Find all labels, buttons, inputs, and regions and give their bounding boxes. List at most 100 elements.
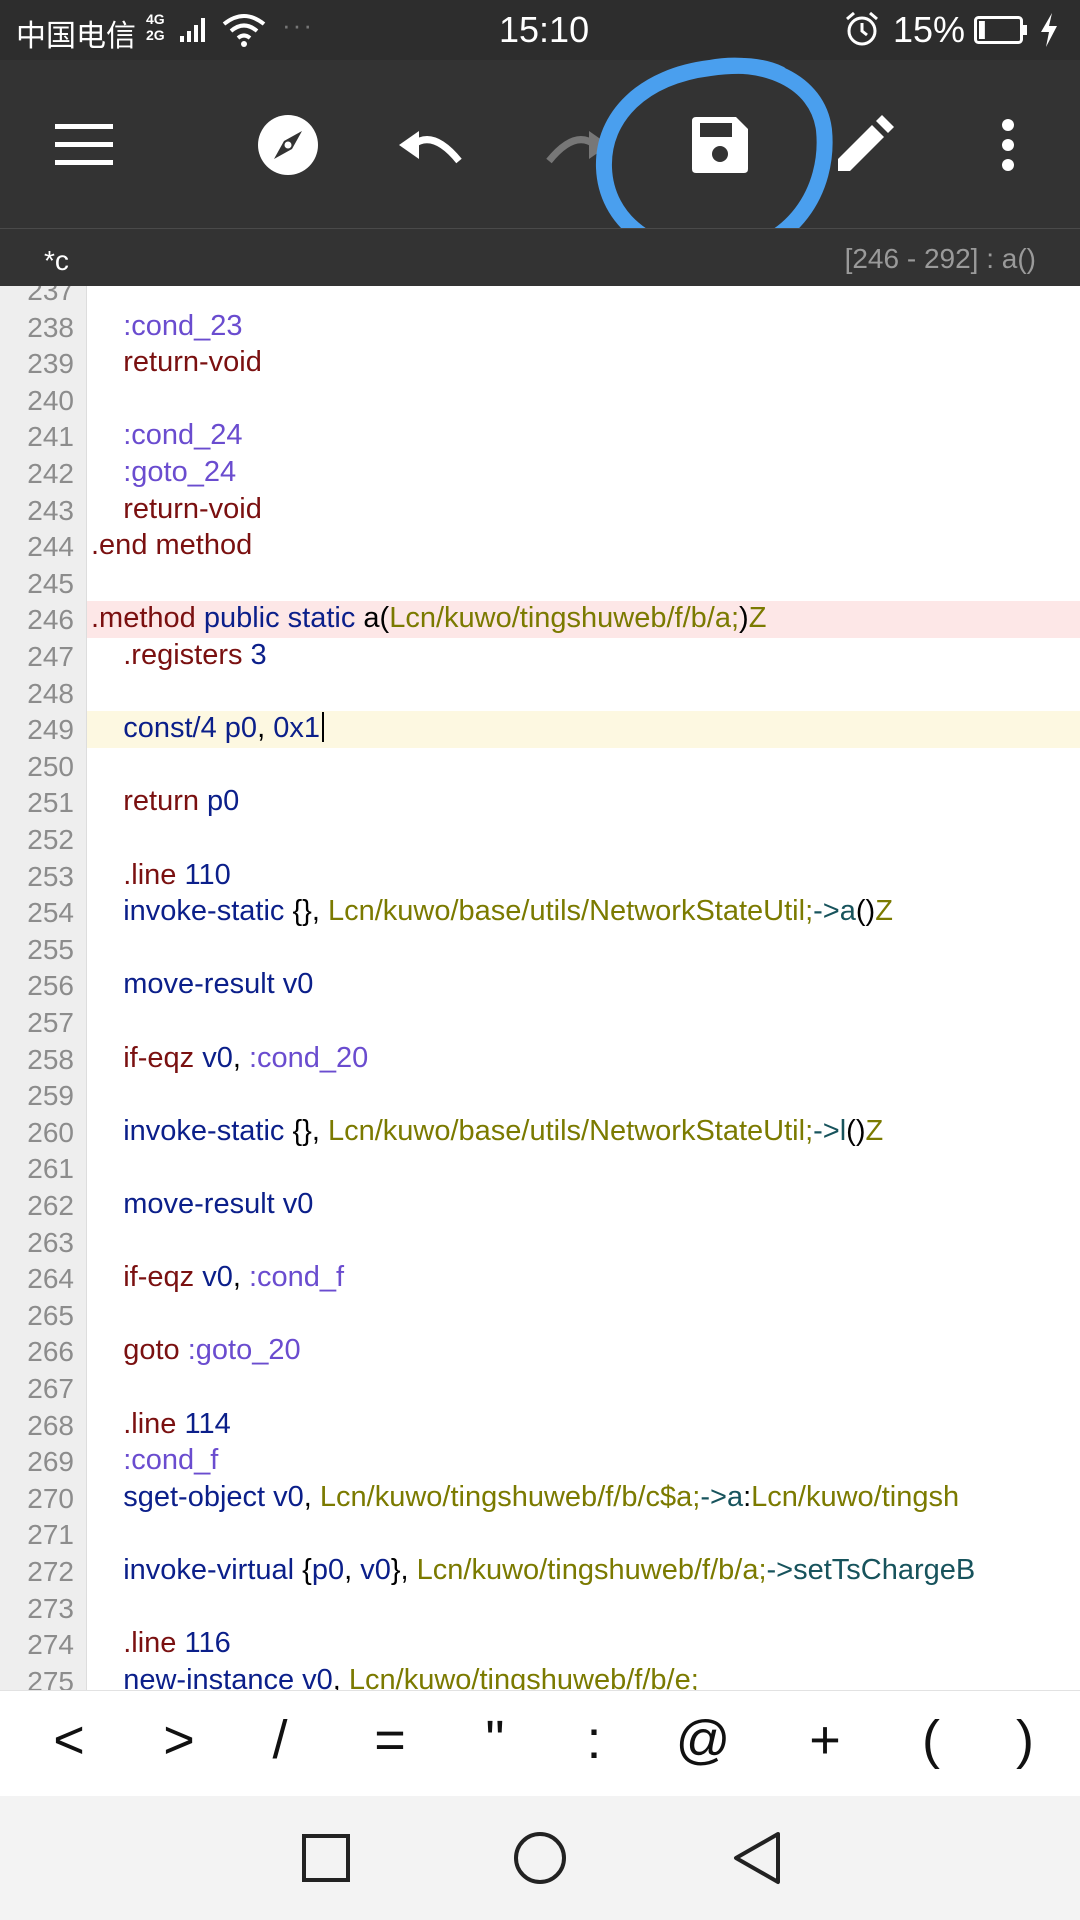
- line-number: 273: [27, 1592, 74, 1624]
- symbol-key[interactable]: :: [559, 1709, 629, 1771]
- code-line[interactable]: 257: [0, 1004, 1080, 1041]
- code-text: move-result v0: [91, 1188, 313, 1221]
- code-line[interactable]: 262 move-result v0: [0, 1187, 1080, 1224]
- code-line[interactable]: 272 invoke-virtual {p0, v0}, Lcn/kuwo/ti…: [0, 1553, 1080, 1590]
- cursor-position: [246 - 292] : a(): [844, 243, 1036, 274]
- code-line[interactable]: 267: [0, 1370, 1080, 1407]
- code-token: return-void: [91, 492, 262, 525]
- code-token: Lcn/kuwo/tingshuweb/f/b/a;: [389, 602, 740, 635]
- navigate-button[interactable]: [233, 90, 343, 200]
- code-editor[interactable]: 237 238 :cond_23 239 return-void 240 241 :co…: [0, 286, 1080, 1690]
- undo-button[interactable]: [377, 90, 487, 200]
- line-number: 246: [27, 604, 74, 636]
- line-number: 254: [27, 897, 74, 929]
- symbol-key[interactable]: =: [355, 1709, 425, 1771]
- code-token: (): [855, 895, 876, 928]
- code-line[interactable]: 260 invoke-static {}, Lcn/kuwo/base/util…: [0, 1114, 1080, 1151]
- code-line[interactable]: 253 .line 110: [0, 858, 1080, 895]
- code-line[interactable]: 247 .registers 3: [0, 638, 1080, 675]
- code-token: const/4: [91, 712, 225, 745]
- redo-button[interactable]: [521, 90, 631, 200]
- recents-icon[interactable]: [296, 1828, 356, 1888]
- line-number: 267: [27, 1373, 74, 1404]
- code-token: invoke-static: [91, 1114, 293, 1147]
- code-line[interactable]: 274 .line 116: [0, 1626, 1080, 1663]
- line-number: 262: [27, 1190, 74, 1221]
- code-token: 3: [250, 639, 267, 671]
- back-icon[interactable]: [728, 1828, 788, 1888]
- symbol-key[interactable]: <: [34, 1709, 104, 1771]
- save-button[interactable]: [665, 90, 775, 200]
- code-line[interactable]: 250: [0, 748, 1080, 785]
- code-line[interactable]: 244 .end method: [0, 528, 1080, 565]
- code-line[interactable]: 270 sget-object v0, Lcn/kuwo/tingshuweb/…: [0, 1480, 1080, 1517]
- line-number: 274: [27, 1629, 74, 1661]
- signal-icon: [180, 18, 205, 42]
- code-token: {},: [292, 1114, 328, 1147]
- code-line[interactable]: 242 :goto_24: [0, 455, 1080, 492]
- more-options-button[interactable]: [953, 90, 1063, 200]
- code-line[interactable]: 263: [0, 1224, 1080, 1261]
- code-line[interactable]: 243 return-void: [0, 492, 1080, 529]
- line-number: 250: [27, 750, 74, 782]
- code-token: invoke-virtual: [91, 1554, 303, 1586]
- code-line[interactable]: 241 :cond_24: [0, 418, 1080, 455]
- redo-icon: [546, 131, 609, 164]
- code-line[interactable]: 246 .method public static a(Lcn/kuwo/ting…: [0, 601, 1080, 638]
- code-token: :cond_23: [91, 309, 243, 342]
- code-line[interactable]: 255: [0, 931, 1080, 968]
- code-line[interactable]: 271: [0, 1516, 1080, 1553]
- symbol-key[interactable]: +: [790, 1709, 860, 1771]
- status-bar: 中国电信 4G 2G ··· 15:10 15%: [0, 0, 1080, 60]
- symbol-key[interactable]: >: [144, 1709, 214, 1771]
- code-line[interactable]: 273: [0, 1590, 1080, 1627]
- code-line[interactable]: 258 if-eqz v0, :cond_20: [0, 1041, 1080, 1078]
- code-token: :cond_20: [248, 1041, 369, 1074]
- code-text: .line 110: [91, 859, 231, 892]
- code-line[interactable]: 269 :cond_f: [0, 1443, 1080, 1480]
- battery-icon: [974, 16, 1027, 44]
- code-line[interactable]: 259: [0, 1077, 1080, 1114]
- symbol-key[interactable]: ": [460, 1709, 530, 1771]
- code-line[interactable]: 248: [0, 675, 1080, 712]
- more-notifications-icon: ···: [282, 10, 314, 40]
- code-line[interactable]: 238 :cond_23: [0, 309, 1080, 346]
- code-line[interactable]: 237: [0, 286, 1080, 309]
- code-line[interactable]: 261: [0, 1150, 1080, 1187]
- code-line[interactable]: 245: [0, 565, 1080, 602]
- code-line[interactable]: 254 invoke-static {}, Lcn/kuwo/base/util…: [0, 894, 1080, 931]
- code-line[interactable]: 240: [0, 382, 1080, 419]
- code-token: return: [91, 785, 208, 818]
- code-line[interactable]: 265: [0, 1297, 1080, 1334]
- edit-button[interactable]: [809, 90, 919, 200]
- code-text: return-void: [91, 346, 262, 379]
- file-tab[interactable]: *c: [44, 245, 69, 277]
- line-number: 263: [27, 1226, 74, 1258]
- symbol-key[interactable]: (: [896, 1709, 966, 1771]
- symbol-key[interactable]: @: [668, 1709, 738, 1771]
- home-icon[interactable]: [510, 1828, 570, 1888]
- symbol-key[interactable]: ): [990, 1709, 1060, 1771]
- code-line[interactable]: 275 new-instance v0, Lcn/kuwo/tingshuweb…: [0, 1663, 1080, 1690]
- code-line[interactable]: 268 .line 114: [0, 1407, 1080, 1444]
- code-token: new-instance v0: [91, 1663, 333, 1690]
- symbol-key[interactable]: /: [245, 1709, 315, 1771]
- code-line[interactable]: 252: [0, 821, 1080, 858]
- code-token: move-result v0: [91, 1188, 314, 1220]
- code-line[interactable]: 256 move-result v0: [0, 967, 1080, 1004]
- code-line[interactable]: 264 if-eqz v0, :cond_f: [0, 1260, 1080, 1297]
- line-number: 239: [27, 348, 74, 380]
- line-number: 241: [27, 421, 74, 453]
- code-line[interactable]: 251 return p0: [0, 784, 1080, 821]
- code-token: ->a: [700, 1480, 744, 1513]
- code-line[interactable]: 266 goto :goto_20: [0, 1333, 1080, 1370]
- code-text: .registers 3: [91, 639, 267, 672]
- code-line[interactable]: 239 return-void: [0, 345, 1080, 382]
- code-line[interactable]: 249 const/4 p0, 0x1: [0, 711, 1080, 748]
- menu-button[interactable]: [29, 90, 139, 200]
- code-text: invoke-static {}, Lcn/kuwo/base/utils/Ne…: [91, 1115, 883, 1148]
- clock: 15:10: [499, 9, 590, 50]
- code-token: 114: [184, 1407, 231, 1440]
- carrier-name: 中国电信: [16, 19, 136, 54]
- code-token: p0: [207, 785, 240, 818]
